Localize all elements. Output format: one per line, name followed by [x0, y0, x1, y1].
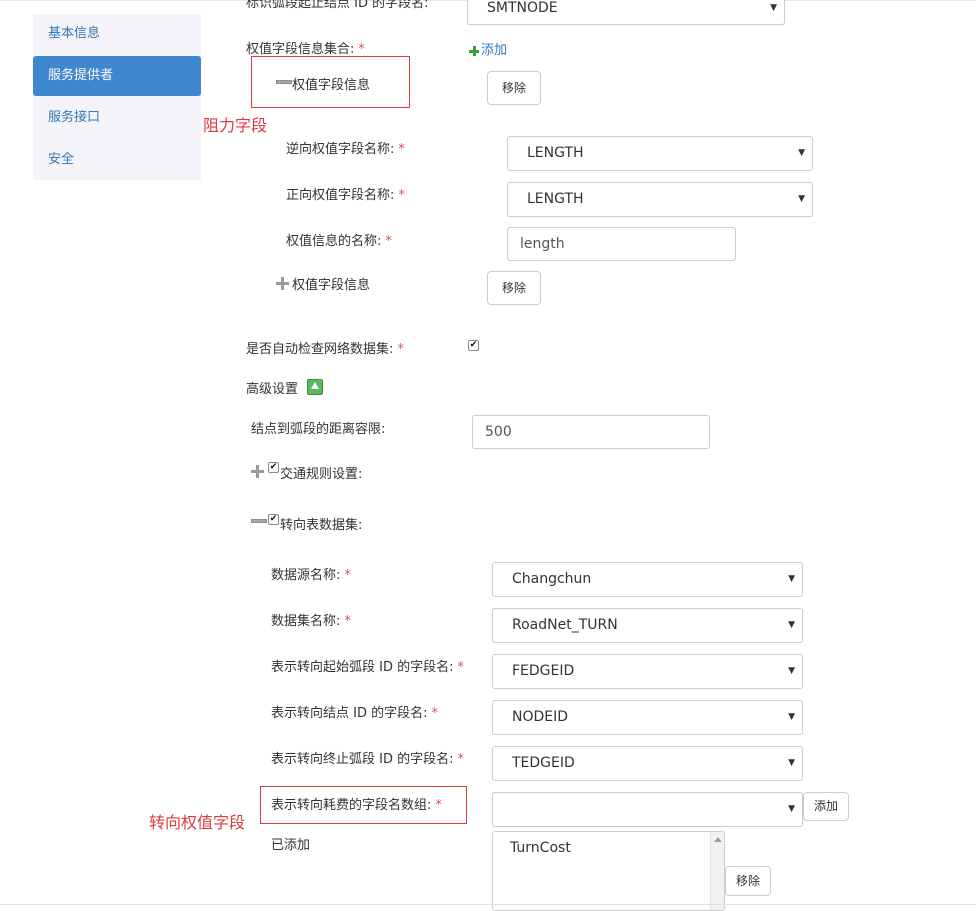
- weight-name-input[interactable]: length: [507, 227, 736, 261]
- expand-icon[interactable]: [276, 277, 289, 290]
- tedge-text: 表示转向终止弧段 ID 的字段名:: [271, 752, 454, 767]
- fedge-value: FEDGEID: [512, 663, 575, 679]
- node-id-field-select[interactable]: SMTNODE ▼: [467, 0, 785, 25]
- turn-table-checkbox[interactable]: ✔: [268, 514, 279, 525]
- turn-cost-select[interactable]: ▼: [492, 792, 803, 827]
- turn-cost-text: 表示转向耗费的字段名数组:: [271, 798, 432, 813]
- dataset-select[interactable]: RoadNet_TURN ▼: [492, 608, 803, 643]
- add-icon: [469, 45, 479, 56]
- advanced-settings-label: 高级设置: [246, 382, 299, 397]
- node-id-field-label: 标识弧段起止结点 ID 的字段名:: [246, 0, 429, 11]
- added-list[interactable]: TurnCost: [492, 831, 725, 911]
- added-item[interactable]: TurnCost: [510, 840, 707, 856]
- datasource-select[interactable]: Changchun ▼: [492, 562, 803, 597]
- remove-weight-button[interactable]: 移除: [487, 71, 541, 105]
- fedge-select[interactable]: FEDGEID ▼: [492, 654, 803, 689]
- add-weight-link[interactable]: 添加: [469, 39, 507, 58]
- dataset-value: RoadNet_TURN: [512, 617, 618, 633]
- annotation-resistance-field: 阻力字段: [203, 116, 268, 135]
- reverse-weight-select[interactable]: LENGTH ▼: [507, 136, 813, 171]
- remove-turn-cost-button[interactable]: 移除: [725, 866, 771, 896]
- collapse-icon[interactable]: [251, 519, 267, 523]
- scroll-up-icon[interactable]: [714, 837, 722, 842]
- node-text: 表示转向结点 ID 的字段名:: [271, 706, 428, 721]
- required-mark: *: [457, 752, 465, 767]
- turn-cost-label: 表示转向耗费的字段名数组: *: [271, 794, 442, 813]
- traffic-rule-checkbox[interactable]: ✔: [268, 462, 279, 473]
- forward-weight-text: 正向权值字段名称:: [286, 188, 395, 203]
- chevron-down-icon: ▼: [788, 758, 795, 768]
- chevron-down-icon: ▼: [798, 148, 805, 158]
- add-weight-label: 添加: [481, 43, 508, 58]
- tedge-label: 表示转向终止弧段 ID 的字段名: *: [271, 748, 464, 767]
- annotation-turn-weight-field: 转向权值字段: [149, 813, 246, 832]
- weight-name-text: 权值信息的名称:: [286, 234, 382, 249]
- datasource-value: Changchun: [512, 571, 592, 587]
- auto-check-label: 是否自动检查网络数据集: *: [246, 338, 404, 357]
- turn-table-label: 转向表数据集:: [280, 518, 363, 533]
- reverse-weight-text: 逆向权值字段名称:: [286, 142, 395, 157]
- expand-icon[interactable]: [251, 465, 264, 478]
- weight-collection-text: 权值字段信息集合:: [246, 42, 355, 57]
- chevron-down-icon: ▼: [788, 666, 795, 676]
- required-mark: *: [385, 234, 392, 249]
- auto-check-text: 是否自动检查网络数据集:: [246, 342, 394, 357]
- sidebar-item-service-provider[interactable]: 服务提供者: [33, 56, 201, 96]
- chevron-down-icon: ▼: [798, 194, 805, 204]
- required-mark: *: [358, 42, 365, 57]
- required-mark: *: [397, 342, 404, 357]
- sidebar-item-service-interface[interactable]: 服务接口: [33, 98, 201, 138]
- tolerance-input[interactable]: 500: [472, 415, 710, 449]
- required-mark: *: [435, 798, 442, 813]
- forward-weight-label: 正向权值字段名称: *: [286, 184, 405, 203]
- dataset-label: 数据集名称: *: [271, 610, 351, 629]
- scrollbar[interactable]: [710, 832, 724, 910]
- added-label: 已添加: [271, 838, 311, 853]
- fedge-label: 表示转向起始弧段 ID 的字段名: *: [271, 656, 464, 675]
- sidebar-item-basic-info[interactable]: 基本信息: [33, 14, 201, 54]
- node-id-field-value: SMTNODE: [487, 0, 558, 16]
- collapse-icon[interactable]: [276, 80, 292, 84]
- chevron-down-icon: ▼: [770, 3, 777, 13]
- add-turn-cost-button[interactable]: 添加: [803, 792, 849, 821]
- datasource-text: 数据源名称:: [271, 568, 341, 583]
- node-label: 表示转向结点 ID 的字段名: *: [271, 702, 438, 721]
- fedge-text: 表示转向起始弧段 ID 的字段名:: [271, 660, 454, 675]
- forward-weight-select[interactable]: LENGTH ▼: [507, 182, 813, 217]
- tedge-value: TEDGEID: [512, 755, 575, 771]
- required-mark: *: [344, 614, 351, 629]
- weight-group-title: 权值字段信息: [292, 78, 371, 93]
- weight-collection-label: 权值字段信息集合: *: [246, 38, 365, 57]
- required-mark: *: [457, 660, 465, 675]
- weight-name-label: 权值信息的名称: *: [286, 230, 392, 249]
- sidebar: 基本信息 服务提供者 服务接口 安全: [33, 14, 201, 180]
- dataset-text: 数据集名称:: [271, 614, 341, 629]
- chevron-down-icon: ▼: [788, 620, 795, 630]
- required-mark: *: [398, 142, 405, 157]
- traffic-rule-label: 交通规则设置:: [280, 467, 363, 482]
- chevron-down-icon: ▼: [788, 712, 795, 722]
- chevron-down-icon: ▼: [788, 574, 795, 584]
- sidebar-item-security[interactable]: 安全: [33, 140, 201, 180]
- required-mark: *: [344, 568, 351, 583]
- required-mark: *: [398, 188, 405, 203]
- tolerance-label: 结点到弧段的距离容限:: [251, 422, 386, 437]
- remove-weight2-button[interactable]: 移除: [487, 271, 541, 305]
- weight-group2-title: 权值字段信息: [292, 278, 371, 293]
- datasource-label: 数据源名称: *: [271, 564, 351, 583]
- collapse-up-icon[interactable]: [307, 379, 323, 395]
- node-select[interactable]: NODEID ▼: [492, 700, 803, 735]
- forward-weight-value: LENGTH: [527, 191, 584, 207]
- tedge-select[interactable]: TEDGEID ▼: [492, 746, 803, 781]
- node-value: NODEID: [512, 709, 569, 725]
- reverse-weight-label: 逆向权值字段名称: *: [286, 138, 405, 157]
- reverse-weight-value: LENGTH: [527, 145, 584, 161]
- required-mark: *: [431, 706, 439, 721]
- chevron-down-icon: ▼: [788, 804, 795, 814]
- auto-check-checkbox[interactable]: ✔: [468, 340, 479, 351]
